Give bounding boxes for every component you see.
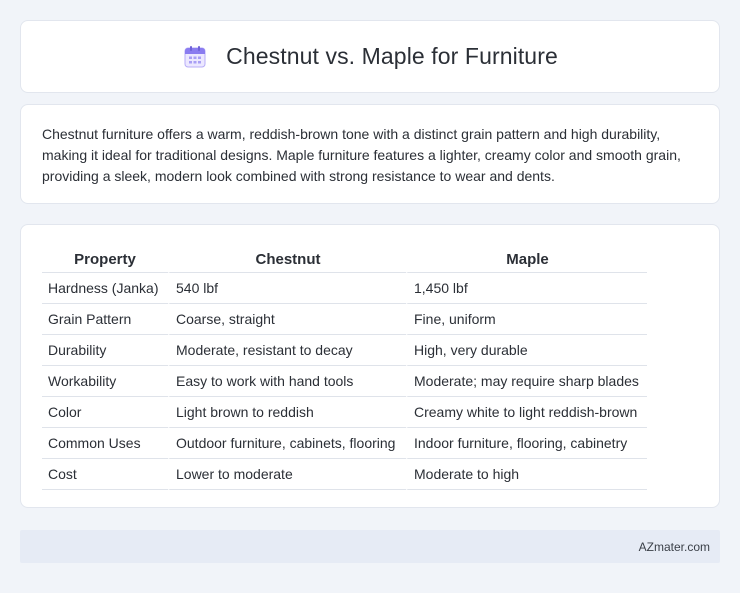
title-wrap: Chestnut vs. Maple for Furniture [182, 43, 558, 70]
cell-chestnut: 540 lbf [168, 273, 406, 304]
comparison-table: Property Chestnut Maple Hardness (Janka)… [42, 245, 647, 490]
table-row: Hardness (Janka) 540 lbf 1,450 lbf [42, 273, 647, 304]
cell-maple: Fine, uniform [406, 304, 647, 335]
cell-maple: Moderate to high [406, 459, 647, 490]
cell-maple: Indoor furniture, flooring, cabinetry [406, 428, 647, 459]
page-title: Chestnut vs. Maple for Furniture [226, 43, 558, 69]
header-property: Property [42, 245, 168, 273]
table-row: Common Uses Outdoor furniture, cabinets,… [42, 428, 647, 459]
cell-property: Workability [42, 366, 168, 397]
cell-property: Grain Pattern [42, 304, 168, 335]
cell-chestnut: Outdoor furniture, cabinets, flooring [168, 428, 406, 459]
cell-property: Durability [42, 335, 168, 366]
cell-chestnut: Coarse, straight [168, 304, 406, 335]
description-text: Chestnut furniture offers a warm, reddis… [42, 126, 681, 184]
cell-property: Hardness (Janka) [42, 273, 168, 304]
cell-property: Common Uses [42, 428, 168, 459]
table-header-row: Property Chestnut Maple [42, 245, 647, 273]
table-row: Workability Easy to work with hand tools… [42, 366, 647, 397]
comparison-card: Property Chestnut Maple Hardness (Janka)… [20, 224, 720, 508]
table-row: Color Light brown to reddish Creamy whit… [42, 397, 647, 428]
cell-chestnut: Light brown to reddish [168, 397, 406, 428]
cell-maple: Moderate; may require sharp blades [406, 366, 647, 397]
header-maple: Maple [406, 245, 647, 273]
table-row: Grain Pattern Coarse, straight Fine, uni… [42, 304, 647, 335]
cell-maple: High, very durable [406, 335, 647, 366]
description-card: Chestnut furniture offers a warm, reddis… [20, 104, 720, 204]
cell-chestnut: Lower to moderate [168, 459, 406, 490]
footer-bar: AZmater.com [20, 530, 720, 563]
cell-maple: Creamy white to light reddish-brown [406, 397, 647, 428]
calendar-icon [184, 45, 206, 67]
cell-chestnut: Moderate, resistant to decay [168, 335, 406, 366]
cell-property: Cost [42, 459, 168, 490]
cell-chestnut: Easy to work with hand tools [168, 366, 406, 397]
table-row: Durability Moderate, resistant to decay … [42, 335, 647, 366]
footer-site-name: AZmater.com [638, 539, 710, 554]
table-row: Cost Lower to moderate Moderate to high [42, 459, 647, 490]
title-card: Chestnut vs. Maple for Furniture [20, 20, 720, 93]
header-chestnut: Chestnut [168, 245, 406, 273]
cell-property: Color [42, 397, 168, 428]
cell-maple: 1,450 lbf [406, 273, 647, 304]
